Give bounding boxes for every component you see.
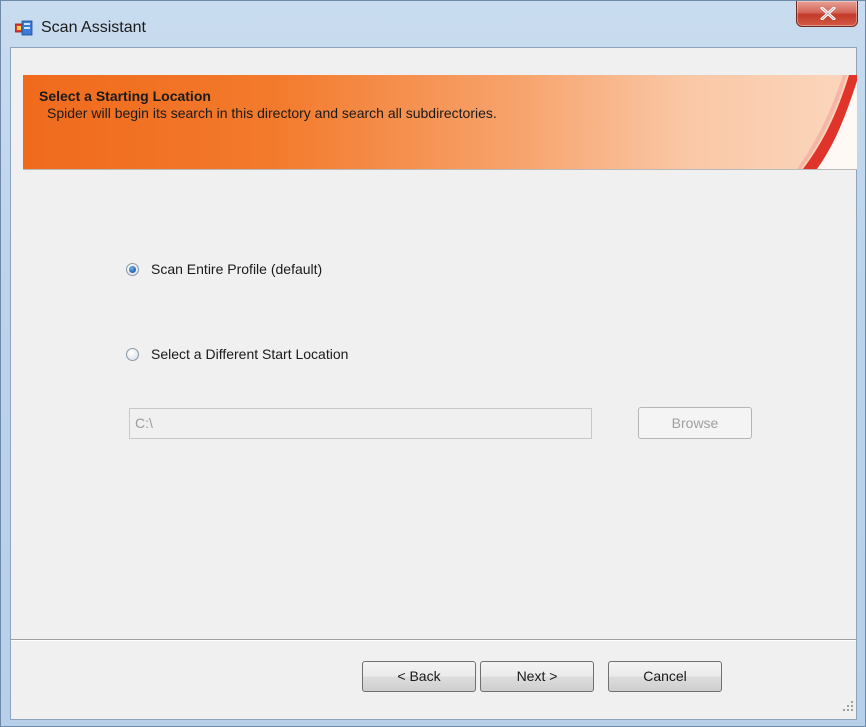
next-button[interactable]: Next > [480, 661, 594, 692]
different-location-label: Select a Different Start Location [151, 346, 349, 362]
window-title: Scan Assistant [41, 19, 146, 36]
app-icon [14, 20, 33, 36]
browse-button[interactable]: Browse [638, 407, 752, 439]
header-banner: Select a Starting Location Spider will b… [23, 75, 857, 170]
resize-grip-icon[interactable] [842, 699, 854, 717]
title-bar[interactable]: Scan Assistant [1, 1, 865, 49]
banner-heading: Select a Starting Location [39, 88, 211, 104]
start-location-input[interactable]: C:\ [129, 408, 592, 439]
entire-profile-radio[interactable] [126, 262, 139, 276]
dialog-window: Scan Assistant Select a Starting Locatio… [0, 0, 866, 727]
close-button[interactable] [796, 1, 858, 27]
footer-divider [11, 639, 856, 641]
dialog-client-area: Select a Starting Location Spider will b… [10, 47, 857, 720]
back-button[interactable]: < Back [362, 661, 476, 692]
entire-profile-label: Scan Entire Profile (default) [151, 261, 323, 277]
different-location-radio[interactable] [126, 347, 139, 361]
option-entire-profile[interactable]: Scan Entire Profile (default) [126, 261, 322, 277]
banner-subtitle: Spider will begin its search in this dir… [47, 105, 497, 121]
swoosh-decoration [797, 75, 857, 169]
option-different-location[interactable]: Select a Different Start Location [126, 346, 348, 362]
cancel-button[interactable]: Cancel [608, 661, 722, 692]
